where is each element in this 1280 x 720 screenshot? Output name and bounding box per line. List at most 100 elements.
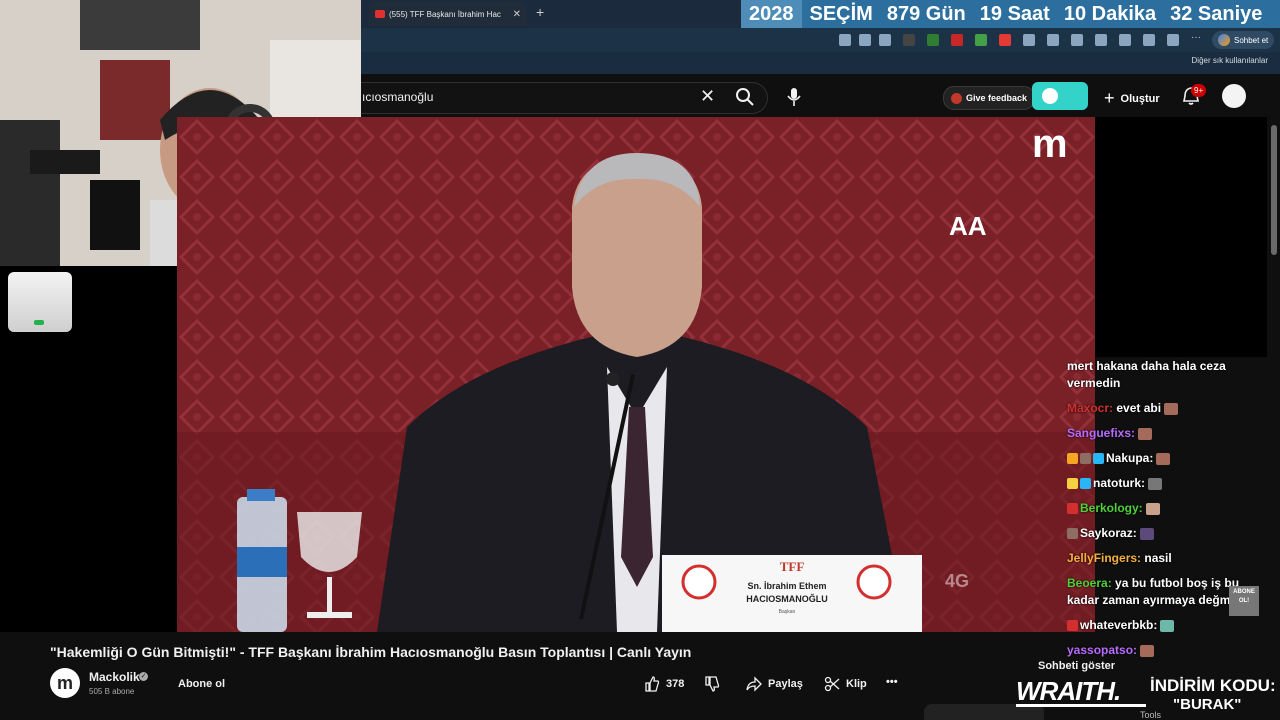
- countdown-days: 879 Gün: [886, 2, 966, 25]
- page-scrollbar[interactable]: [1268, 117, 1280, 637]
- nameplate-role: Başkan: [779, 609, 796, 615]
- badge-icon: [1067, 478, 1078, 490]
- discount-label: İNDİRİM KODU:: [1150, 676, 1276, 695]
- chat-message: Nakupa:: [1067, 450, 1267, 467]
- zoom-icon[interactable]: [859, 34, 871, 46]
- discount-code: "BURAK": [1173, 696, 1242, 713]
- clip-label: Klip: [846, 678, 867, 690]
- chat-message: Saykoraz:: [1067, 525, 1267, 542]
- nameplate-name2: HACIOSMANOĞLU: [746, 593, 828, 604]
- share-button[interactable]: Paylaş: [746, 676, 803, 692]
- give-feedback-button[interactable]: Give feedback: [943, 86, 1036, 110]
- stream-chat-overlay: mert hakana daha hala ceza vermedin Maxo…: [1067, 358, 1267, 667]
- extensions-puzzle-icon[interactable]: [1023, 34, 1035, 46]
- extension-icon-2[interactable]: [927, 34, 939, 46]
- chat-message: JellyFingers: nasil: [1067, 550, 1267, 567]
- countdown-seconds: 32 Saniye: [1170, 2, 1263, 25]
- tools-label[interactable]: Tools: [1140, 710, 1161, 720]
- chat-user: Berkology:: [1080, 501, 1143, 515]
- like-button[interactable]: 378: [644, 676, 684, 692]
- browser-toolbar: ···: [361, 28, 1280, 52]
- theme-toggle[interactable]: [1032, 82, 1088, 110]
- scissors-icon: [824, 676, 840, 692]
- subscriber-count: 505 B abone: [89, 687, 135, 696]
- show-chat-button[interactable]: Sohbeti göster: [1038, 660, 1115, 672]
- badge-icon: [1093, 453, 1104, 465]
- clip-button[interactable]: Klip: [824, 676, 867, 692]
- countdown-hours: 19 Saat: [979, 2, 1050, 25]
- extension-icon-5[interactable]: [999, 34, 1011, 46]
- copilot-icon: [1218, 34, 1230, 46]
- chat-user: Sanguefixs:: [1067, 426, 1136, 440]
- subscribe-button[interactable]: Abone ol: [178, 678, 225, 690]
- aa-logo: AA: [949, 211, 987, 241]
- extension-icon-4[interactable]: [975, 34, 987, 46]
- menu-dots-icon[interactable]: ···: [1191, 32, 1203, 44]
- subscribe-overlay: ABONE OL!: [1229, 586, 1259, 616]
- mackolik-watermark: m: [1032, 122, 1068, 166]
- account-avatar[interactable]: [1222, 84, 1246, 108]
- chat-user: Saykoraz:: [1080, 526, 1137, 540]
- plus-icon: +: [1104, 88, 1115, 108]
- chat-user: Maxocr:: [1067, 401, 1114, 415]
- grid-icon[interactable]: [839, 34, 851, 46]
- extension-icon-1[interactable]: [903, 34, 915, 46]
- copilot-label: Sohbet et: [1234, 35, 1269, 45]
- copilot-chat-button[interactable]: Sohbet et: [1212, 31, 1275, 49]
- chat-user: Beoera:: [1067, 576, 1112, 590]
- chat-message: Maxocr: evet abi: [1067, 400, 1267, 417]
- user-avatar-icon[interactable]: [1167, 34, 1179, 46]
- chat-text: nasil: [1144, 551, 1172, 565]
- badge-icon: [1067, 503, 1078, 515]
- more-dots-icon: •••: [886, 676, 898, 688]
- create-button[interactable]: + Oluştur: [1104, 88, 1160, 109]
- search-input[interactable]: ıcıosmanoğlu: [362, 90, 433, 104]
- election-countdown: 2028 SEÇİM 879 Gün 19 Saat 10 Dakika 32 …: [741, 0, 1280, 28]
- channel-name[interactable]: Mackolik: [89, 670, 140, 684]
- more-actions-button[interactable]: •••: [886, 676, 898, 688]
- channel-avatar[interactable]: m: [50, 668, 80, 698]
- badge-icon: [1067, 620, 1078, 632]
- tab-close-icon[interactable]: ✕: [513, 9, 521, 20]
- other-bookmarks-folder[interactable]: Diğer sık kullanılanlar: [1192, 56, 1268, 65]
- emote-icon: [1140, 644, 1155, 657]
- favorites-icon[interactable]: [1095, 34, 1107, 46]
- wraith-sponsor-logo: WRAITH.: [1016, 676, 1121, 706]
- share-label: Paylaş: [768, 678, 803, 690]
- heart-icon[interactable]: [1119, 34, 1131, 46]
- chat-user: natoturk:: [1093, 476, 1145, 490]
- emote-icon: [1160, 619, 1175, 632]
- countdown-minutes: 10 Dakika: [1063, 2, 1157, 25]
- emote-icon: [1164, 402, 1179, 415]
- new-tab-button[interactable]: +: [536, 4, 544, 20]
- chat-user: yassopatso:: [1067, 643, 1138, 657]
- youtube-favicon-icon: [375, 10, 385, 18]
- profile-icon[interactable]: [1071, 34, 1083, 46]
- star-icon[interactable]: [879, 34, 891, 46]
- chat-user: whateverbkb:: [1080, 618, 1158, 632]
- search-clear-icon[interactable]: ✕: [700, 86, 715, 107]
- emote-icon: [1156, 452, 1171, 465]
- video-player[interactable]: m AA 4G TFF Sn. İbrahim Ethem HACIOSMANO…: [177, 117, 1095, 632]
- thumbs-up-icon: [645, 676, 660, 692]
- countdown-year: 2028: [741, 0, 802, 28]
- video-title: "Hakemliği O Gün Bitmişti!" - TFF Başkan…: [50, 644, 692, 660]
- thumbs-down-icon: [705, 676, 720, 692]
- device-image: [8, 272, 72, 332]
- chat-message: natoturk:: [1067, 475, 1267, 492]
- chat-text: evet abi: [1116, 401, 1162, 415]
- chat-text: mert hakana daha hala ceza vermedin: [1067, 359, 1226, 390]
- dislike-button[interactable]: [704, 676, 720, 692]
- extension-icon-3[interactable]: [951, 34, 963, 46]
- screenshot-icon[interactable]: [1143, 34, 1155, 46]
- microphone-icon[interactable]: [787, 87, 801, 107]
- nameplate-name1: Sn. İbrahim Ethem: [747, 581, 826, 591]
- feedback-label: Give feedback: [966, 93, 1028, 103]
- browser-tab[interactable]: (555) TFF Başkanı İbrahim Hac ✕: [369, 2, 527, 26]
- emote-icon: [1148, 477, 1162, 490]
- emote-icon: [1145, 502, 1160, 515]
- nameplate-org: TFF: [780, 559, 805, 574]
- search-icon[interactable]: [734, 86, 756, 108]
- 4g-watermark: 4G: [945, 571, 969, 591]
- split-screen-icon[interactable]: [1047, 34, 1059, 46]
